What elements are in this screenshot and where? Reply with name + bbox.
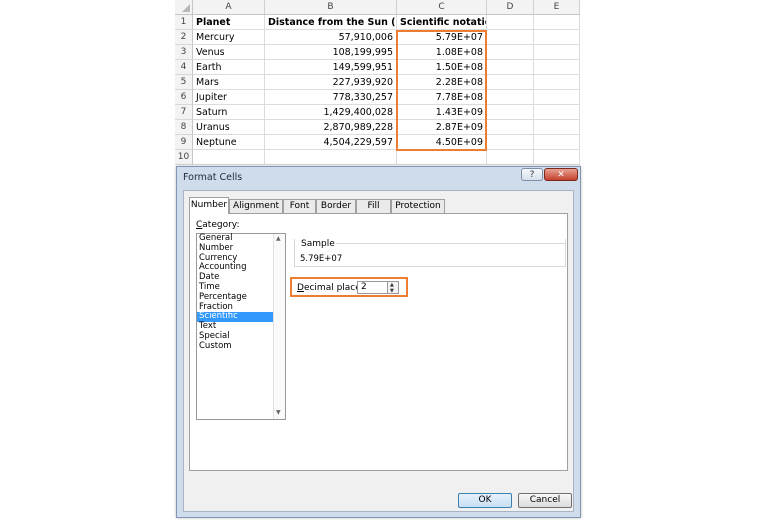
cell-b2[interactable]: 57,910,006: [265, 30, 397, 45]
cell-d9[interactable]: [487, 135, 534, 150]
column-header-b[interactable]: B: [265, 0, 397, 15]
decimal-places-spinner[interactable]: ▲ ▼: [388, 281, 399, 294]
cell-e3[interactable]: [534, 45, 580, 60]
cell-e8[interactable]: [534, 120, 580, 135]
cell-b1[interactable]: Distance from the Sun (km): [265, 15, 397, 30]
cell-d1[interactable]: [487, 15, 534, 30]
cell-e4[interactable]: [534, 60, 580, 75]
column-header-c[interactable]: C: [397, 0, 487, 15]
spreadsheet: A B C D E 1 Planet Distance from the Sun (…: [175, 0, 580, 170]
cell-c8[interactable]: 2.87E+09: [397, 120, 487, 135]
format-cells-dialog: Format Cells ? ✕ Number Alignment Font B…: [176, 166, 581, 518]
row-header[interactable]: 1: [175, 15, 193, 30]
cell-d7[interactable]: [487, 105, 534, 120]
cell-a7[interactable]: Saturn: [193, 105, 265, 120]
cell-e1[interactable]: [534, 15, 580, 30]
cell-d10[interactable]: [487, 150, 534, 165]
dialog-body: Number Alignment Font Border Fill Protec…: [183, 190, 574, 512]
cancel-button[interactable]: Cancel: [518, 493, 572, 508]
sample-group: Sample 5.79E+07: [294, 239, 566, 267]
cell-a6[interactable]: Jupiter: [193, 90, 265, 105]
cell-a10[interactable]: [193, 150, 265, 165]
ok-button[interactable]: OK: [458, 493, 512, 508]
cell-b10[interactable]: [265, 150, 397, 165]
cell-a3[interactable]: Venus: [193, 45, 265, 60]
cell-a4[interactable]: Earth: [193, 60, 265, 75]
scroll-up-icon[interactable]: ▲: [276, 235, 281, 242]
cell-c2[interactable]: 5.79E+07: [397, 30, 487, 45]
cell-d4[interactable]: [487, 60, 534, 75]
column-header-d[interactable]: D: [487, 0, 534, 15]
cell-a8[interactable]: Uranus: [193, 120, 265, 135]
cell-c3[interactable]: 1.08E+08: [397, 45, 487, 60]
row-header[interactable]: 7: [175, 105, 193, 120]
decimal-label-accel: D: [297, 283, 304, 293]
category-label-text: ategory:: [202, 220, 240, 230]
column-header-e[interactable]: E: [534, 0, 580, 15]
cell-b7[interactable]: 1,429,400,028: [265, 105, 397, 120]
cell-e2[interactable]: [534, 30, 580, 45]
tab-protection[interactable]: Protection: [391, 199, 445, 213]
help-button[interactable]: ?: [521, 168, 543, 181]
cell-b4[interactable]: 149,599,951: [265, 60, 397, 75]
cell-d3[interactable]: [487, 45, 534, 60]
row-header[interactable]: 2: [175, 30, 193, 45]
cell-e6[interactable]: [534, 90, 580, 105]
sample-value: 5.79E+07: [300, 254, 343, 264]
cell-e5[interactable]: [534, 75, 580, 90]
number-tab-panel: Category: ▲ ▼ General Number Currency Accou…: [189, 213, 568, 471]
cell-c6[interactable]: 7.78E+08: [397, 90, 487, 105]
cell-a2[interactable]: Mercury: [193, 30, 265, 45]
row-header[interactable]: 6: [175, 90, 193, 105]
dialog-title: Format Cells: [183, 172, 243, 183]
decimal-places-highlight: Decimal places: 2 ▲ ▼: [290, 277, 408, 297]
row-header[interactable]: 10: [175, 150, 193, 165]
tab-font[interactable]: Font: [283, 199, 316, 213]
cell-a5[interactable]: Mars: [193, 75, 265, 90]
cell-e9[interactable]: [534, 135, 580, 150]
category-label: Category:: [196, 220, 240, 230]
category-listbox[interactable]: ▲ ▼ General Number Currency Accounting Date T…: [196, 233, 286, 420]
cell-e7[interactable]: [534, 105, 580, 120]
cell-e10[interactable]: [534, 150, 580, 165]
column-header-a[interactable]: A: [193, 0, 265, 15]
cell-d8[interactable]: [487, 120, 534, 135]
scroll-down-icon[interactable]: ▼: [276, 409, 281, 416]
cell-c7[interactable]: 1.43E+09: [397, 105, 487, 120]
tab-alignment[interactable]: Alignment: [229, 199, 283, 213]
tab-border[interactable]: Border: [316, 199, 356, 213]
category-scrollbar[interactable]: ▲ ▼: [273, 234, 285, 419]
cell-b9[interactable]: 4,504,229,597: [265, 135, 397, 150]
cell-d5[interactable]: [487, 75, 534, 90]
category-item-custom[interactable]: Custom: [197, 341, 273, 352]
cell-a1[interactable]: Planet: [193, 15, 265, 30]
tab-number[interactable]: Number: [189, 197, 229, 214]
decimal-places-input[interactable]: 2: [357, 281, 388, 294]
cell-d2[interactable]: [487, 30, 534, 45]
close-button[interactable]: ✕: [544, 168, 578, 181]
cell-b8[interactable]: 2,870,989,228: [265, 120, 397, 135]
cell-c5[interactable]: 2.28E+08: [397, 75, 487, 90]
cell-c10[interactable]: [397, 150, 487, 165]
cell-d6[interactable]: [487, 90, 534, 105]
cell-c1[interactable]: Scientific notation: [397, 15, 487, 30]
cell-c4[interactable]: 1.50E+08: [397, 60, 487, 75]
spin-down-icon[interactable]: ▼: [390, 288, 394, 294]
row-header[interactable]: 5: [175, 75, 193, 90]
row-header[interactable]: 9: [175, 135, 193, 150]
cell-b5[interactable]: 227,939,920: [265, 75, 397, 90]
row-header[interactable]: 4: [175, 60, 193, 75]
cell-c9[interactable]: 4.50E+09: [397, 135, 487, 150]
sample-label: Sample: [300, 239, 336, 249]
cell-b6[interactable]: 778,330,257: [265, 90, 397, 105]
tab-fill[interactable]: Fill: [356, 199, 391, 213]
cell-a9[interactable]: Neptune: [193, 135, 265, 150]
cell-b3[interactable]: 108,199,995: [265, 45, 397, 60]
row-header[interactable]: 8: [175, 120, 193, 135]
select-all-corner[interactable]: [175, 0, 193, 15]
row-header[interactable]: 3: [175, 45, 193, 60]
